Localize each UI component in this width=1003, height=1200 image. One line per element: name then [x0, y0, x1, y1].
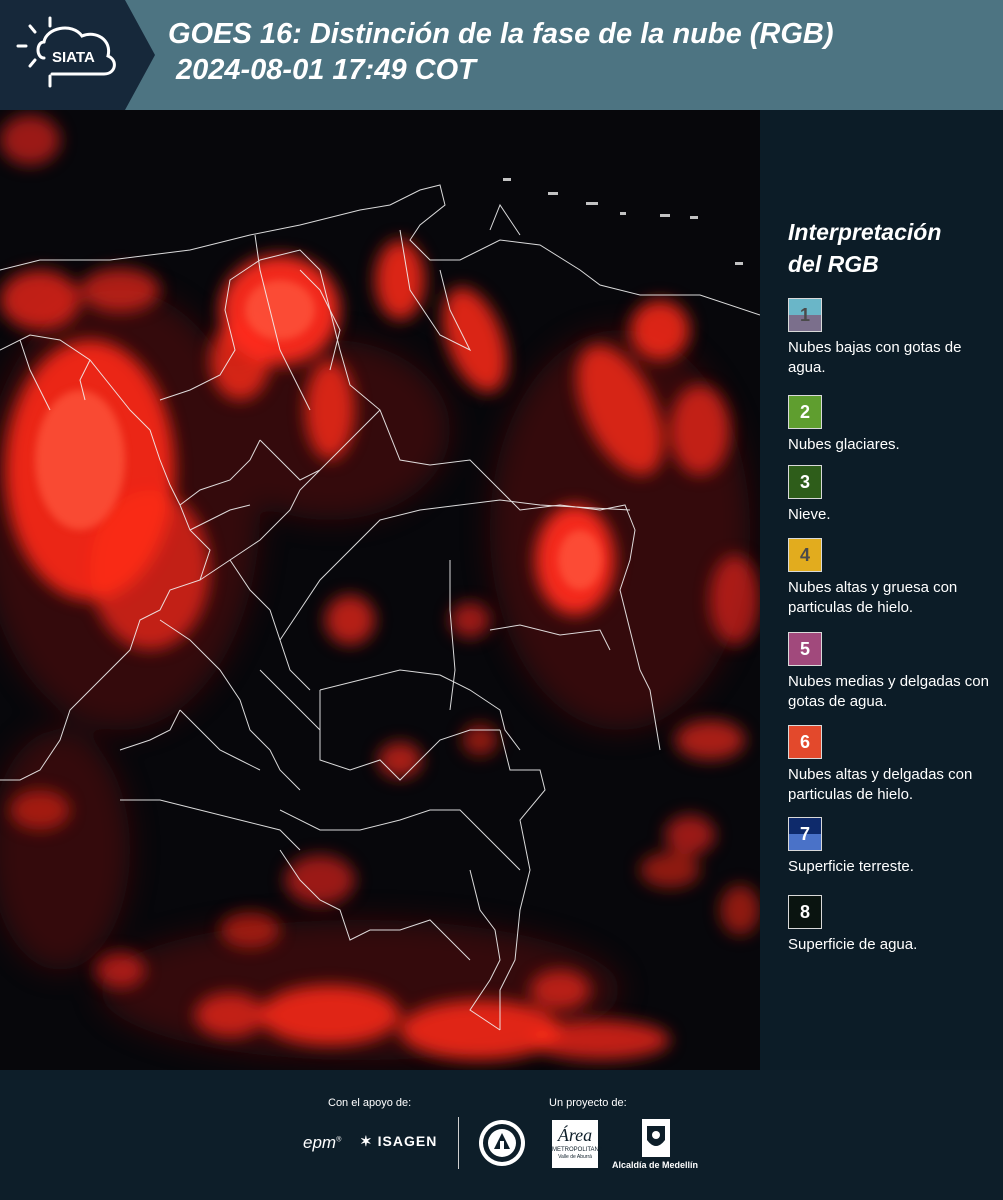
- area-logo-main: Área: [557, 1125, 593, 1145]
- isagen-logo: ✶ ISAGEN: [360, 1133, 437, 1150]
- legend-swatch: 6: [788, 725, 822, 759]
- rgb-satellite-image: [0, 110, 760, 1070]
- legend-title-line-1: Interpretación: [788, 219, 942, 245]
- legend-label: Superficie terreste.: [788, 858, 914, 875]
- medellin-seal-icon: [478, 1119, 526, 1172]
- siata-logo: SIATA: [0, 0, 155, 110]
- legend-number: 5: [799, 638, 810, 659]
- epm-logo-text: epm: [303, 1133, 337, 1152]
- legend-number: 6: [799, 731, 810, 752]
- legend-swatch: 1: [788, 298, 822, 332]
- area-metropolitana-logo: Área METROPOLITANA Valle de Aburrá: [552, 1120, 603, 1168]
- title-line-1: GOES 16: Distinción de la fase de la nub…: [168, 18, 834, 50]
- legend-title: Interpretación del RGB: [788, 216, 941, 280]
- satellite-map: [0, 110, 760, 1070]
- footer-divider: [458, 1117, 459, 1169]
- legend-number: 4: [799, 544, 810, 565]
- legend-label: Nubes medias y delgadas con gotas de agu…: [788, 673, 989, 710]
- legend-number: 3: [799, 471, 810, 492]
- legend-panel: Interpretación del RGB 1 Nubes bajas con …: [760, 110, 1003, 1070]
- legend-swatch: 4: [788, 538, 822, 572]
- header-bar: SIATA GOES 16: Distinción de la fase de …: [0, 0, 1003, 110]
- legend-swatch: 5: [788, 632, 822, 666]
- legend-label: Nubes bajas con gotas de agua.: [788, 339, 962, 376]
- legend-title-line-2: del RGB: [788, 251, 879, 277]
- title-line-2: 2024-08-01 17:49 COT: [176, 54, 476, 86]
- epm-logo: epm®: [303, 1133, 342, 1152]
- legend-label: Nubes altas y gruesa con particulas de h…: [788, 579, 958, 616]
- legend-number: 1: [799, 304, 810, 325]
- legend-item-7: 7 Superficie terreste.: [788, 817, 998, 877]
- legend-label: Nubes glaciares.: [788, 436, 900, 453]
- legend-label: Nubes altas y delgadas con particulas de…: [788, 766, 973, 803]
- legend-swatch: 3: [788, 465, 822, 499]
- alcaldia-label: Alcaldía de Medellín: [612, 1160, 699, 1170]
- project-label: Un proyecto de:: [549, 1097, 627, 1109]
- legend-item-5: 5 Nubes medias y delgadas con gotas de ag…: [788, 632, 998, 712]
- legend-item-1: 1 Nubes bajas con gotas de agua.: [788, 298, 998, 378]
- legend-item-4: 4 Nubes altas y gruesa con particulas de …: [788, 538, 998, 618]
- legend-swatch: 2: [788, 395, 822, 429]
- footer-bar: Con el apoyo de: Un proyecto de: epm® ✶ …: [0, 1070, 1003, 1200]
- legend-label: Nieve.: [788, 506, 831, 523]
- legend-swatch: 8: [788, 895, 822, 929]
- legend-number: 8: [799, 901, 810, 922]
- page-title: GOES 16: Distinción de la fase de la nub…: [168, 16, 834, 88]
- legend-number: 2: [799, 401, 810, 422]
- area-logo-sub2: Valle de Aburrá: [558, 1154, 592, 1160]
- isagen-logo-text: ISAGEN: [377, 1133, 438, 1149]
- legend-item-3: 3 Nieve.: [788, 465, 998, 525]
- legend-label: Superficie de agua.: [788, 936, 918, 953]
- legend-item-6: 6 Nubes altas y delgadas con particulas d…: [788, 725, 998, 805]
- legend-swatch: 7: [788, 817, 822, 851]
- area-logo-sub1: METROPOLITANA: [552, 1147, 603, 1153]
- legend-item-2: 2 Nubes glaciares.: [788, 395, 998, 455]
- legend-number: 7: [799, 823, 810, 844]
- isagen-icon: ✶: [360, 1133, 373, 1149]
- legend-item-8: 8 Superficie de agua.: [788, 895, 998, 955]
- support-label: Con el apoyo de:: [328, 1097, 412, 1109]
- siata-logo-text: SIATA: [52, 49, 95, 66]
- alcaldia-shield-icon: [641, 1118, 671, 1163]
